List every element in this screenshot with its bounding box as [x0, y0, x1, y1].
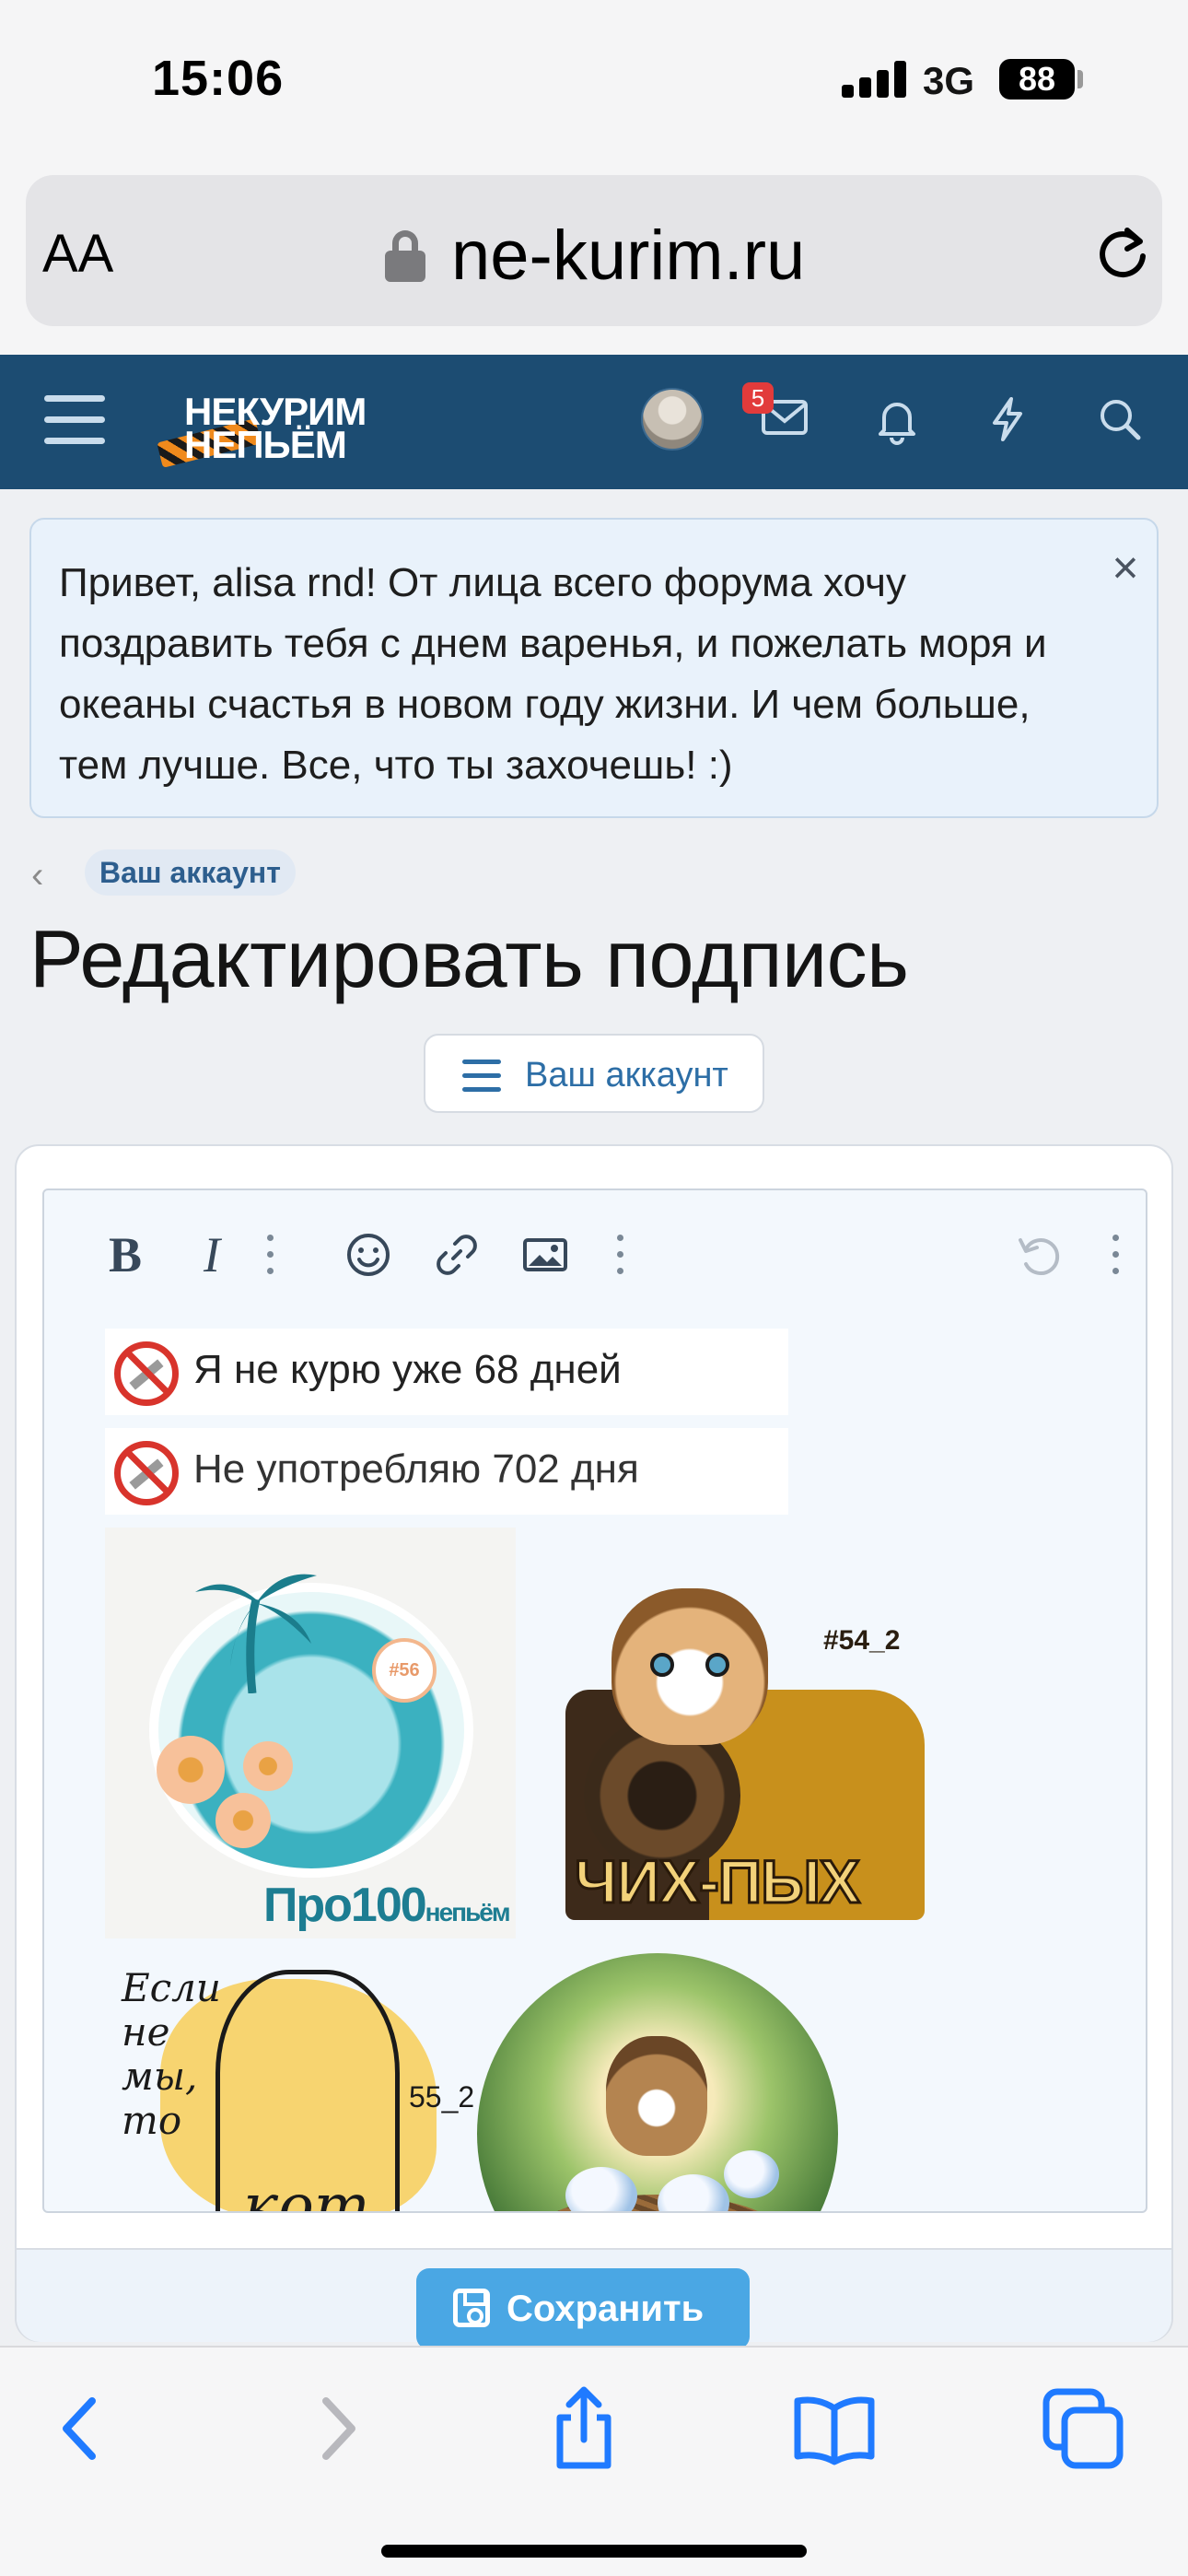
sticker-number: 55_2 [409, 2080, 473, 2113]
more-vertical-icon[interactable] [265, 1235, 274, 1277]
forum-header: НЕКУРИМ НЕПЬЁМ 5 [0, 355, 1188, 489]
no-smoking-icon [114, 1441, 179, 1505]
sticker-tag: #56 [372, 1638, 437, 1703]
kitten-nest-sticker [477, 1953, 838, 2211]
caption-main: Про100 [263, 1879, 427, 1932]
url-text[interactable]: ne-kurim.ru [451, 216, 805, 296]
account-menu-label: Ваш аккаунт [525, 1056, 728, 1095]
cat-sticker: Если не мы, то 55_2 кот [105, 1951, 473, 2213]
lock-icon [385, 230, 425, 282]
kitten-icon [606, 2036, 707, 2156]
site-logo[interactable]: НЕКУРИМ НЕПЬЁМ [157, 388, 425, 471]
link-icon[interactable] [431, 1229, 483, 1281]
counter-text: Не употребляю 702 дня [193, 1446, 639, 1492]
palm-tree-icon [195, 1574, 317, 1693]
signal-icon [842, 61, 906, 98]
share-icon[interactable] [540, 2384, 628, 2473]
bird-icon [724, 2150, 779, 2198]
breadcrumb[interactable]: Ваш аккаунт [85, 849, 296, 896]
back-chevron-icon[interactable]: ‹ [31, 855, 43, 896]
form-footer: Сохранить [17, 2248, 1171, 2349]
train-sticker: #54_2 ЧИХ-ПЫХ [547, 1551, 943, 1938]
battery-tip [1077, 70, 1083, 88]
page-title: Редактировать подпись [29, 913, 909, 1004]
save-icon [453, 2289, 490, 2327]
text-size-button[interactable]: AA [42, 223, 113, 285]
smiley-icon[interactable] [343, 1229, 394, 1281]
cat-icon [611, 1588, 768, 1745]
bookmarks-icon[interactable] [790, 2384, 879, 2473]
image-icon[interactable] [519, 1229, 571, 1281]
bell-icon[interactable] [871, 393, 923, 445]
battery-icon: 88 [999, 59, 1075, 100]
birthday-notice: Привет, alisa rnd! От лица всего форума … [29, 518, 1159, 818]
network-type: 3G [923, 59, 975, 102]
menu-icon[interactable] [44, 392, 105, 447]
bird-icon [658, 2174, 729, 2211]
account-menu-button[interactable]: Ваш аккаунт [424, 1034, 764, 1113]
days-counter-2: Не употребляю 702 дня [105, 1428, 788, 1515]
status-time: 15:06 [152, 51, 285, 106]
reload-icon[interactable] [1094, 223, 1151, 280]
home-indicator [381, 2545, 807, 2558]
close-icon[interactable]: × [1105, 544, 1146, 591]
back-icon[interactable] [37, 2384, 125, 2473]
browser-toolbar: AA ne-kurim.ru [0, 166, 1188, 355]
sticker-tag: #54_2 [823, 1625, 901, 1656]
beach-sticker: #56 Про100непьём [105, 1528, 516, 1938]
notice-text: Привет, alisa rnd! От лица всего форума … [59, 560, 1047, 788]
sticker-caption: Про100непьём [263, 1878, 511, 1933]
sticker-bottom-text: кот [243, 2172, 370, 2213]
status-bar: 15:06 3G 88 [0, 0, 1188, 166]
italic-icon[interactable]: I [186, 1229, 238, 1281]
no-smoking-icon [114, 1341, 179, 1406]
editor-toolbar: B I [44, 1190, 1146, 1316]
more-vertical-icon[interactable] [1111, 1235, 1120, 1277]
bold-icon[interactable]: B [99, 1229, 151, 1281]
sticker-caption: ЧИХ-ПЫХ [574, 1846, 862, 1917]
days-counter-1: Я не курю уже 68 дней [105, 1329, 788, 1415]
forward-icon[interactable] [293, 2384, 381, 2473]
lightning-icon[interactable] [982, 393, 1033, 445]
caption-small: непьём [425, 1898, 511, 1926]
tabs-icon[interactable] [1039, 2384, 1127, 2473]
address-bar[interactable]: AA ne-kurim.ru [26, 175, 1162, 326]
avatar[interactable] [641, 388, 704, 451]
logo-line-2: НЕПЬЁМ [184, 423, 347, 466]
sticker-text: Если не мы, то [122, 1965, 221, 2143]
counter-text: Я не курю уже 68 дней [193, 1347, 622, 1392]
bird-icon [565, 2167, 637, 2211]
save-button[interactable]: Сохранить [416, 2268, 750, 2349]
list-icon [462, 1060, 501, 1093]
signature-form: B I Я не курю уже 68 дней Не употребляю … [15, 1144, 1173, 2349]
undo-icon[interactable] [1013, 1229, 1065, 1281]
save-label: Сохранить [507, 2289, 705, 2329]
inbox-badge: 5 [742, 382, 774, 414]
browser-bottom-bar [0, 2346, 1188, 2576]
more-vertical-icon[interactable] [615, 1235, 624, 1277]
search-icon[interactable] [1094, 393, 1146, 445]
rich-text-editor[interactable]: B I Я не курю уже 68 дней Не употребляю … [42, 1188, 1147, 2213]
